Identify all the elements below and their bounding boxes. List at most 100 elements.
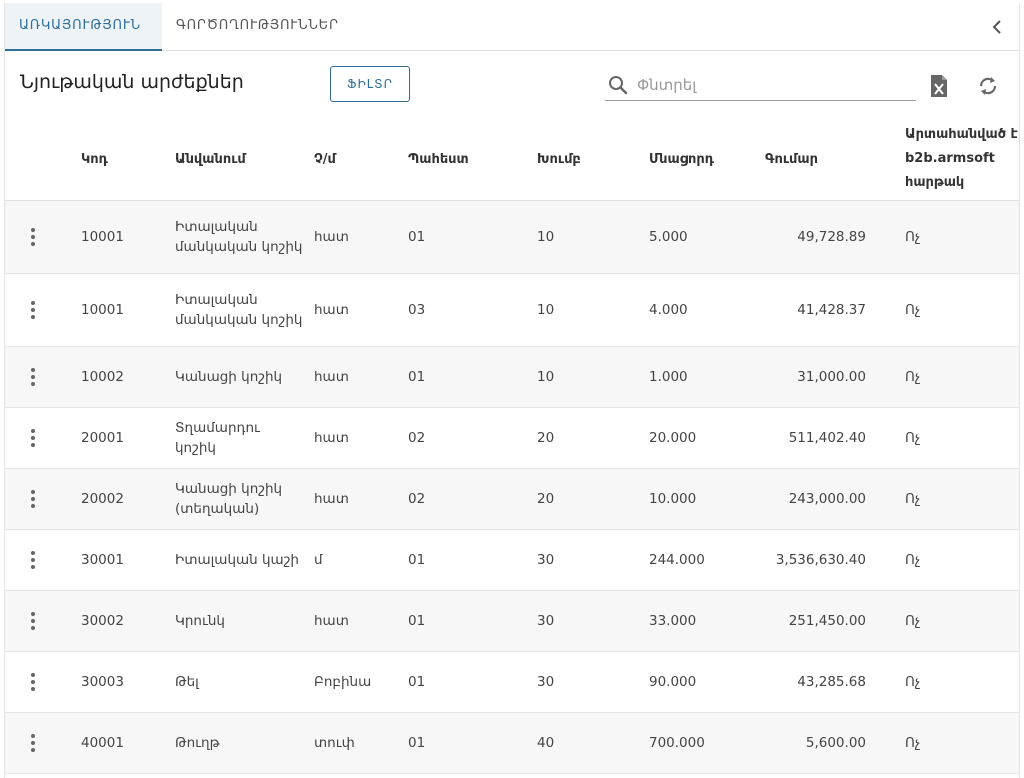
search-input[interactable] bbox=[637, 73, 907, 97]
cell-balance: 244.000 bbox=[649, 552, 705, 568]
table-row[interactable]: 40001 Թուղթ տուփ 01 40 700.000 5,600.00 Ոչ bbox=[5, 713, 1019, 774]
cell-b2b: Ոչ bbox=[905, 229, 921, 245]
refresh-icon[interactable] bbox=[976, 74, 1000, 98]
more-vertical-icon[interactable] bbox=[23, 530, 43, 590]
tab-availability[interactable]: ԱՌԿԱՅՈՒԹՅՈՒՆ bbox=[5, 3, 162, 51]
table-row[interactable]: 20002 Կանացի կոշիկ (տեղական) հատ 02 20 10.000… bbox=[5, 469, 1019, 530]
column-header-code[interactable]: Կոդ bbox=[81, 117, 171, 201]
more-vertical-icon[interactable] bbox=[23, 469, 43, 529]
cell-store: 01 bbox=[408, 735, 426, 751]
cell-name: Թուղթ bbox=[175, 735, 220, 751]
cell-balance: 33.000 bbox=[649, 613, 697, 629]
cell-code: 10002 bbox=[81, 369, 124, 385]
cell-group: 30 bbox=[537, 674, 555, 690]
column-header-sum[interactable]: Գումար bbox=[765, 117, 866, 201]
cell-code: 20002 bbox=[81, 491, 124, 507]
cell-name: Կրունկ bbox=[175, 613, 225, 629]
cell-store: 01 bbox=[408, 613, 426, 629]
cell-name: Կանացի կոշիկ bbox=[175, 369, 283, 385]
search-box bbox=[605, 71, 916, 101]
table-header: Կոդ Անվանում Չ/մ Պահեստ Խումբ Մնացորդ Գո… bbox=[5, 117, 1019, 201]
table-row[interactable]: 10002 Կանացի կոշիկ հատ 01 10 1.000 31,000.00 Ոչ bbox=[5, 347, 1019, 408]
more-vertical-icon[interactable] bbox=[23, 347, 43, 407]
cell-sum: 5,600.00 bbox=[805, 735, 866, 751]
tab-operations[interactable]: ԳՈՐԾՈՂՈՒԹՅՈՒՆՆԵՐ bbox=[162, 3, 362, 51]
column-header-store[interactable]: Պահեստ bbox=[408, 117, 528, 201]
column-header-name[interactable]: Անվանում bbox=[175, 117, 305, 201]
cell-b2b: Ոչ bbox=[905, 369, 921, 385]
column-header-b2b[interactable]: Արտահանված է b2b.armsoft հարթակ bbox=[905, 117, 1019, 201]
cell-store: 01 bbox=[408, 674, 426, 690]
cell-sum: 3,536,630.40 bbox=[775, 552, 866, 568]
more-vertical-icon[interactable] bbox=[23, 652, 43, 712]
cell-code: 30003 bbox=[81, 674, 124, 690]
cell-unit: հատ bbox=[314, 229, 349, 245]
table-row[interactable]: 10001 Իտալական մանկական կոշիկ հատ 03 10 4.000… bbox=[5, 274, 1019, 347]
cell-sum: 251,450.00 bbox=[788, 613, 866, 629]
cell-name: Իտալական մանկական կոշիկ bbox=[175, 292, 303, 328]
chevron-left-icon[interactable] bbox=[987, 17, 1007, 37]
cell-unit: մ bbox=[314, 552, 323, 568]
column-header-unit[interactable]: Չ/մ bbox=[314, 117, 404, 201]
table-body: 10001 Իտալական մանկական կոշիկ հատ 01 10 5.000… bbox=[5, 201, 1019, 774]
cell-name: Իտալական մանկական կոշիկ bbox=[175, 219, 303, 255]
cell-sum: 511,402.40 bbox=[788, 430, 866, 446]
cell-unit: հատ bbox=[314, 491, 349, 507]
tab-bar: ԱՌԿԱՅՈՒԹՅՈՒՆ ԳՈՐԾՈՂՈՒԹՅՈՒՆՆԵՐ bbox=[5, 3, 1019, 51]
cell-b2b: Ոչ bbox=[905, 302, 921, 318]
cell-b2b: Ոչ bbox=[905, 674, 921, 690]
cell-store: 01 bbox=[408, 552, 426, 568]
cell-name: Թել bbox=[175, 674, 199, 690]
cell-sum: 243,000.00 bbox=[788, 491, 866, 507]
cell-code: 30002 bbox=[81, 613, 124, 629]
cell-name: Տղամարդու կոշիկ bbox=[175, 420, 260, 456]
cell-unit: հատ bbox=[314, 613, 349, 629]
cell-b2b: Ոչ bbox=[905, 613, 921, 629]
cell-group: 30 bbox=[537, 552, 555, 568]
cell-code: 40001 bbox=[81, 735, 124, 751]
more-vertical-icon[interactable] bbox=[23, 591, 43, 651]
cell-b2b: Ոչ bbox=[905, 430, 921, 446]
cell-sum: 31,000.00 bbox=[797, 369, 866, 385]
cell-store: 03 bbox=[408, 302, 426, 318]
cell-group: 10 bbox=[537, 229, 555, 245]
cell-group: 10 bbox=[537, 369, 555, 385]
cell-b2b: Ոչ bbox=[905, 735, 921, 751]
cell-store: 02 bbox=[408, 491, 426, 507]
cell-group: 20 bbox=[537, 491, 555, 507]
filter-button[interactable]: ՖԻԼՏՐ bbox=[330, 66, 410, 102]
cell-store: 02 bbox=[408, 430, 426, 446]
cell-code: 20001 bbox=[81, 430, 124, 446]
cell-unit: հատ bbox=[314, 430, 349, 446]
table-row[interactable]: 30001 Իտալական կաշի մ 01 30 244.000 3,536,630.… bbox=[5, 530, 1019, 591]
cell-unit: հատ bbox=[314, 369, 349, 385]
cell-balance: 20.000 bbox=[649, 430, 697, 446]
more-vertical-icon[interactable] bbox=[23, 408, 43, 468]
cell-unit: Բոբինա bbox=[314, 674, 372, 690]
excel-export-icon[interactable] bbox=[929, 74, 949, 98]
cell-balance: 4.000 bbox=[649, 302, 688, 318]
cell-code: 10001 bbox=[81, 302, 124, 318]
search-icon[interactable] bbox=[607, 74, 629, 96]
table-row[interactable]: 30003 Թել Բոբինա 01 30 90.000 43,285.68 Ոչ bbox=[5, 652, 1019, 713]
cell-balance: 700.000 bbox=[649, 735, 705, 751]
more-vertical-icon[interactable] bbox=[23, 201, 43, 273]
more-vertical-icon[interactable] bbox=[23, 713, 43, 773]
column-header-group[interactable]: Խումբ bbox=[537, 117, 647, 201]
cell-code: 30001 bbox=[81, 552, 124, 568]
table-row[interactable]: 30002 Կրունկ հատ 01 30 33.000 251,450.00 Ոչ bbox=[5, 591, 1019, 652]
cell-unit: հատ bbox=[314, 302, 349, 318]
cell-store: 01 bbox=[408, 229, 426, 245]
column-header-balance[interactable]: Մնացորդ bbox=[649, 117, 769, 201]
table-row[interactable]: 10001 Իտալական մանկական կոշիկ հատ 01 10 5.000… bbox=[5, 201, 1019, 274]
cell-b2b: Ոչ bbox=[905, 491, 921, 507]
cell-name: Իտալական կաշի bbox=[175, 552, 299, 568]
cell-group: 10 bbox=[537, 302, 555, 318]
stock-panel: ԱՌԿԱՅՈՒԹՅՈՒՆ ԳՈՐԾՈՂՈՒԹՅՈՒՆՆԵՐ Նյութական … bbox=[4, 3, 1020, 778]
more-vertical-icon[interactable] bbox=[23, 274, 43, 346]
stock-table: Կոդ Անվանում Չ/մ Պահեստ Խումբ Մնացորդ Գո… bbox=[5, 117, 1019, 774]
page-title: Նյութական արժեքներ bbox=[20, 71, 244, 93]
toolbar: Նյութական արժեքներ ՖԻԼՏՐ bbox=[5, 51, 1019, 117]
table-row[interactable]: 20001 Տղամարդու կոշիկ հատ 02 20 20.000 511,402… bbox=[5, 408, 1019, 469]
cell-balance: 10.000 bbox=[649, 491, 697, 507]
